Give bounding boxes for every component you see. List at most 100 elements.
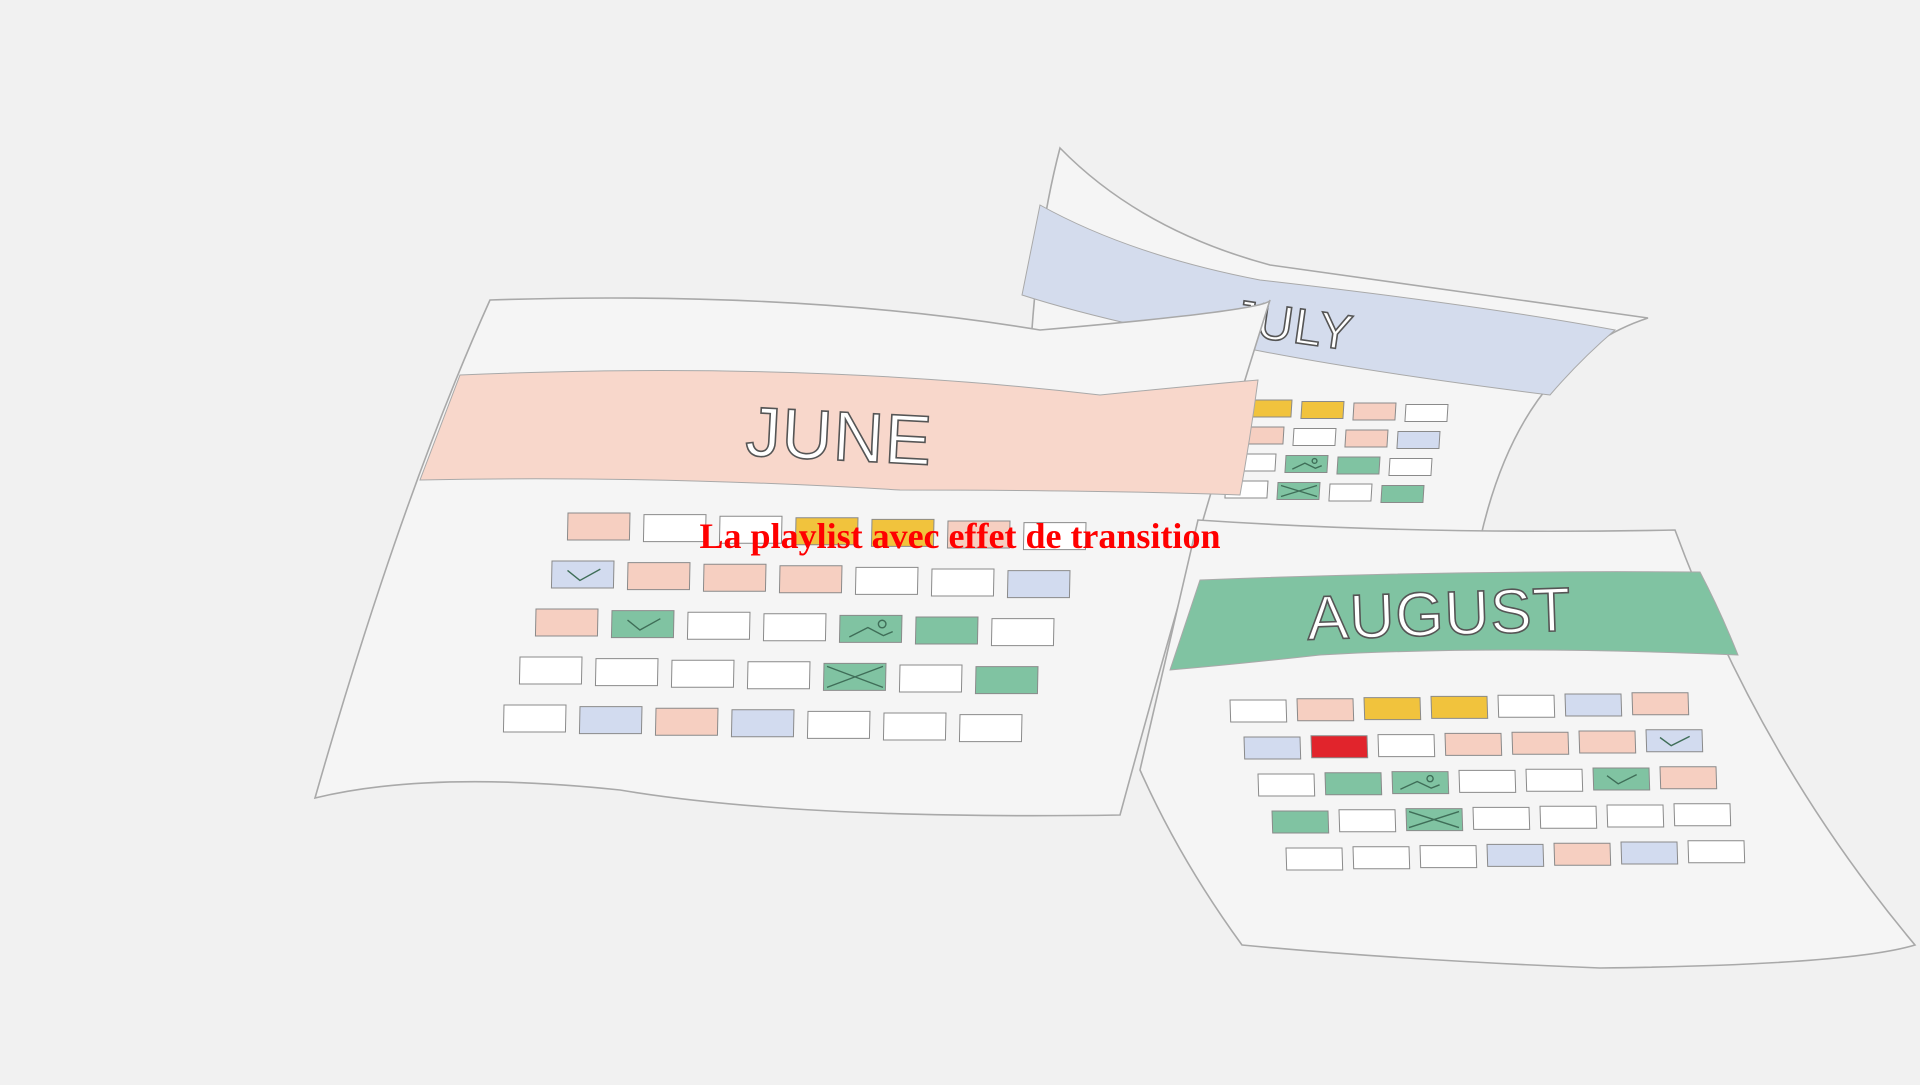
day-cell: [702, 563, 767, 592]
day-cell-box: [946, 520, 1011, 549]
day-cell-box: [1310, 735, 1369, 759]
day-cell-box: [1285, 847, 1344, 871]
day-cell-box: [1419, 845, 1478, 869]
day-cell-box: [1620, 841, 1679, 865]
day-cell: [990, 618, 1055, 647]
day-cell: [1363, 697, 1422, 721]
day-cell-box: [1645, 729, 1704, 753]
day-cell: [1578, 730, 1637, 754]
day-cell: [930, 568, 995, 597]
day-cell-box: [550, 560, 615, 589]
day-cell: [670, 659, 735, 688]
day-cell-box: [1539, 805, 1598, 829]
day-cell: [746, 661, 811, 690]
day-cell: [1338, 809, 1397, 833]
day-cell: [1300, 401, 1345, 419]
day-cell-box: [1300, 401, 1345, 419]
day-cell-box: [1404, 404, 1449, 422]
day-cell-box: [1430, 695, 1489, 719]
day-cell-box: [1458, 769, 1517, 793]
day-cell-box: [1336, 456, 1381, 475]
day-cell: [1404, 404, 1449, 422]
day-cell-box: [1396, 431, 1441, 449]
day-cell: [1285, 847, 1344, 871]
day-cell: [1324, 772, 1383, 796]
day-cell-box: [730, 709, 795, 738]
day-cell: [1419, 845, 1478, 869]
day-cell: [1292, 428, 1337, 446]
day-cell: [1391, 771, 1450, 795]
day-cell: [778, 565, 843, 594]
day-cell: [882, 712, 947, 741]
day-cell-box: [518, 656, 583, 685]
day-cell: [1631, 692, 1690, 716]
day-cell-box: [1497, 694, 1556, 718]
day-cell: [1380, 485, 1425, 503]
day-cell: [626, 562, 691, 591]
day-cell-box: [1229, 699, 1288, 723]
day-cell-box: [958, 714, 1023, 743]
day-cell: [642, 514, 707, 543]
day-cell-box: [914, 616, 979, 645]
day-cell-box: [1338, 809, 1397, 833]
day-cell: [1352, 402, 1397, 421]
day-cell-box: [566, 512, 631, 541]
day-cell-box: [762, 613, 827, 642]
day-cell: [794, 517, 859, 546]
day-cell: [1388, 458, 1433, 476]
day-cell: [1497, 694, 1556, 718]
day-cell-box: [778, 565, 843, 594]
day-cell-box: [794, 517, 859, 546]
day-cell: [1553, 842, 1612, 866]
day-cell-box: [1687, 840, 1746, 864]
day-cell-box: [1388, 458, 1433, 476]
day-cell: [974, 666, 1039, 695]
day-cell: [1539, 805, 1598, 829]
day-cell: [1310, 735, 1369, 759]
day-cell: [1525, 768, 1584, 792]
day-cell: [854, 566, 919, 595]
day-cell: [1645, 729, 1704, 753]
day-cell-box: [806, 710, 871, 739]
day-cell: [838, 614, 903, 643]
day-cell: [762, 613, 827, 642]
day-cell: [1620, 841, 1679, 865]
day-cell-box: [1380, 485, 1425, 503]
day-cell-box: [1525, 768, 1584, 792]
day-cell: [806, 710, 871, 739]
day-cell-box: [502, 704, 567, 733]
calendar-illustration: JULY JUNE AUGUST La playlist avec effet …: [0, 0, 1920, 1080]
day-cell: [1022, 522, 1087, 551]
day-cell-box: [1271, 810, 1330, 834]
day-cell: [1396, 431, 1441, 449]
day-cell-box: [898, 664, 963, 693]
day-cell: [610, 610, 675, 639]
day-cell-box: [594, 658, 659, 687]
day-cell-box: [1352, 846, 1411, 870]
day-cell: [1271, 810, 1330, 834]
day-cell: [594, 658, 659, 687]
day-cell: [1229, 699, 1288, 723]
day-cell: [1606, 804, 1665, 828]
day-cell: [1243, 736, 1302, 760]
day-cell-box: [1243, 736, 1302, 760]
day-cell: [1430, 695, 1489, 719]
day-cell: [1673, 803, 1732, 827]
day-cell: [1328, 483, 1373, 502]
day-cell-box: [1328, 483, 1373, 502]
day-cell: [550, 560, 615, 589]
day-cell-box: [1377, 734, 1436, 758]
day-cell-box: [1553, 842, 1612, 866]
day-cell-box: [930, 568, 995, 597]
day-cell: [1458, 769, 1517, 793]
day-cell-box: [1511, 731, 1570, 755]
day-cell: [946, 520, 1011, 549]
day-cell-box: [1673, 803, 1732, 827]
day-cell: [1687, 840, 1746, 864]
day-cell-box: [1022, 522, 1087, 551]
day-cell-box: [642, 514, 707, 543]
calendar-pages-svg: JULY JUNE AUGUST: [313, 146, 1917, 969]
day-cell: [654, 707, 719, 736]
day-cell: [686, 611, 751, 640]
day-cell: [1352, 846, 1411, 870]
